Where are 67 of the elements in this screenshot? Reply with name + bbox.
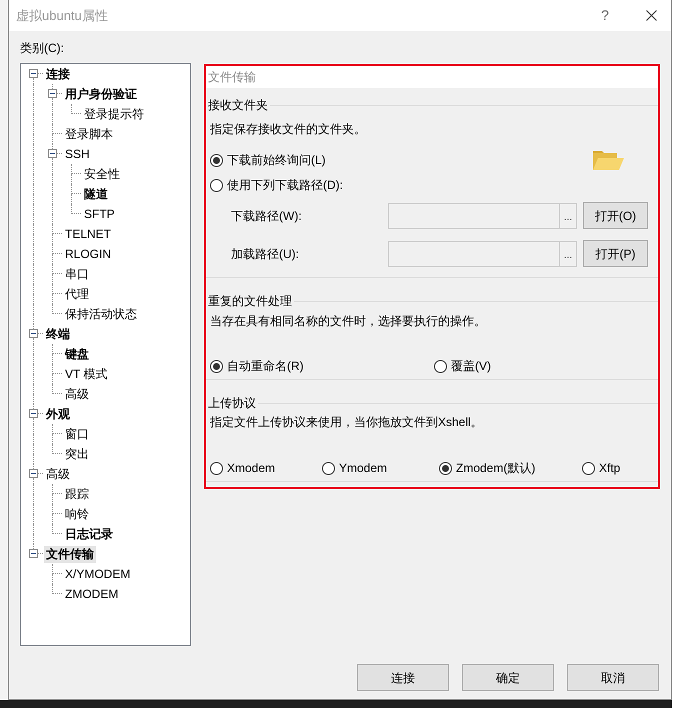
radio-option[interactable]: Ymodem	[322, 458, 388, 478]
group-heading: 上传协议	[208, 395, 256, 412]
window-title: 虚拟ubuntu属性	[16, 6, 108, 25]
tree-item[interactable]: 响铃	[63, 506, 91, 522]
minus-box-icon[interactable]	[29, 329, 38, 338]
radio-icon[interactable]	[210, 154, 223, 166]
tree-item[interactable]: 用户身份验证	[63, 86, 139, 102]
tree-item[interactable]: 隧道	[82, 186, 110, 202]
minus-box-icon[interactable]	[29, 69, 38, 78]
tree-item[interactable]: 窗口	[63, 426, 91, 442]
radio-icon[interactable]	[210, 178, 223, 192]
radio-option[interactable]: 覆盖(V)	[434, 356, 491, 376]
tree-item[interactable]: 日志记录	[63, 526, 115, 542]
dialog-button[interactable]: 连接	[357, 664, 449, 691]
tree-item[interactable]: 外观	[44, 406, 72, 422]
tree-item[interactable]: 文件传输	[44, 546, 96, 562]
tree-item[interactable]: SFTP	[82, 206, 117, 222]
group-heading: 重复的文件处理	[208, 293, 292, 310]
dialog-button[interactable]: 确定	[462, 664, 554, 691]
radio-option[interactable]: 自动重命名(R)	[210, 356, 304, 376]
tree-item[interactable]: 代理	[63, 286, 91, 302]
category-label: 类别(C):	[20, 40, 64, 57]
minus-box-icon[interactable]	[29, 469, 38, 478]
field-label: 加载路径(U):	[231, 246, 299, 262]
radio-option[interactable]: 使用下列下载路径(D):	[210, 175, 343, 195]
tree-item[interactable]: 安全性	[82, 166, 122, 182]
minus-box-icon[interactable]	[29, 409, 38, 418]
tree-item[interactable]: RLOGIN	[63, 246, 114, 262]
dialog-button[interactable]: 取消	[567, 664, 659, 691]
tree-item[interactable]: 登录脚本	[63, 126, 115, 142]
field-label: 下载路径(W):	[231, 208, 302, 224]
tree-item[interactable]: ZMODEM	[63, 586, 120, 602]
tree-item[interactable]: 键盘	[63, 346, 91, 362]
panel-title: 文件传输	[208, 69, 256, 86]
group-description: 当存在具有相同名称的文件时，选择要执行的操作。	[210, 313, 486, 330]
tree-item[interactable]: 串口	[63, 266, 91, 282]
minus-box-icon[interactable]	[29, 549, 38, 558]
radio-option[interactable]: Zmodem(默认)	[439, 458, 536, 478]
tree-item[interactable]: 登录提示符	[82, 106, 146, 122]
tree-item[interactable]: 高级	[44, 466, 72, 482]
close-icon	[646, 10, 656, 21]
radio-option[interactable]: 下载前始终询问(L)	[210, 150, 326, 170]
tree-item[interactable]: 保持活动状态	[63, 306, 139, 322]
group-description: 指定文件上传协议来使用，当你拖放文件到Xshell。	[210, 414, 483, 431]
tree-item[interactable]: 高级	[63, 386, 91, 402]
tree-item[interactable]: TELNET	[63, 226, 114, 242]
tree-item[interactable]: 连接	[44, 66, 72, 82]
minus-box-icon[interactable]	[48, 89, 57, 98]
minus-box-icon[interactable]	[48, 149, 57, 158]
radio-icon[interactable]	[434, 360, 447, 372]
radio-icon[interactable]	[322, 462, 335, 474]
radio-option[interactable]: Xftp	[582, 458, 620, 478]
radio-icon[interactable]	[582, 462, 595, 474]
tree-item[interactable]: 终端	[44, 326, 72, 342]
radio-option[interactable]: Xmodem	[210, 458, 276, 478]
group-description: 指定保存接收文件的文件夹。	[210, 121, 366, 138]
tree-item[interactable]: VT 模式	[63, 366, 110, 382]
help-button[interactable]: ?	[585, 0, 625, 31]
folder-icon	[592, 149, 624, 171]
radio-icon[interactable]	[210, 360, 223, 372]
tree-item[interactable]: X/YMODEM	[63, 566, 132, 582]
tree-item[interactable]: 跟踪	[63, 486, 91, 502]
tree-item[interactable]: 突出	[63, 446, 91, 462]
tree-item[interactable]: SSH	[63, 146, 92, 162]
radio-icon[interactable]	[439, 462, 452, 474]
group-heading: 接收文件夹	[208, 97, 268, 114]
radio-icon[interactable]	[210, 462, 223, 474]
